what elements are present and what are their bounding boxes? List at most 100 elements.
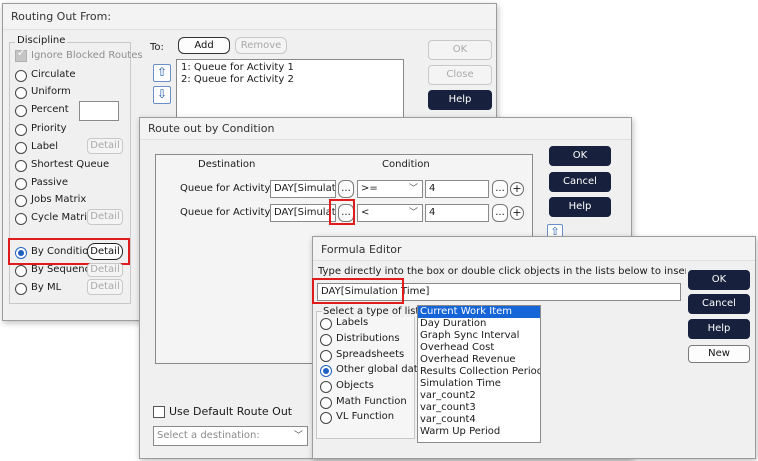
col-destination-header: Destination <box>198 159 256 170</box>
list-item[interactable]: Graph Sync Interval <box>418 330 540 342</box>
row1-expression-input[interactable]: DAY[Simulatio <box>270 180 336 198</box>
row2-operator-select[interactable]: < ﹀ <box>357 204 423 222</box>
label-detail-button[interactable]: Detail <box>87 138 123 154</box>
radio-jobs-matrix-icon <box>15 195 27 207</box>
remove-button[interactable]: Remove <box>235 37 287 54</box>
by-sequence-detail-button[interactable]: Detail <box>87 263 123 277</box>
radio-passive-icon <box>15 178 27 190</box>
radio-label-icon <box>15 142 27 154</box>
formula-editor-title: Formula Editor <box>321 243 402 256</box>
row2-value-input[interactable]: 4 <box>425 204 489 222</box>
row1-operator-value: >= <box>361 183 378 194</box>
list-type-math-function-icon <box>320 397 332 409</box>
use-default-label: Use Default Route Out <box>169 405 293 418</box>
row1-plus-icon[interactable]: + <box>510 182 524 196</box>
list-type-distributions-icon <box>320 334 332 346</box>
list-item[interactable]: Overhead Cost <box>418 342 540 354</box>
chevron-down-icon: ﹀ <box>293 431 303 441</box>
list-type-label: Select a type of list <box>322 306 421 317</box>
move-up-icon[interactable]: ⇧ <box>153 64 171 82</box>
row2-destination: Queue for Activity 2 <box>180 207 280 218</box>
row1-destination: Queue for Activity 1 <box>180 183 280 194</box>
list-type-vl-function-icon <box>320 412 332 424</box>
percent-input[interactable] <box>79 101 119 121</box>
list-item[interactable]: Current Work Item <box>418 306 540 318</box>
move-down-icon[interactable]: ⇩ <box>153 86 171 104</box>
list-item[interactable]: Results Collection Period <box>418 366 540 378</box>
cycle-matrix-detail-button[interactable]: Detail <box>87 209 123 225</box>
condition-help-button[interactable]: Help <box>549 197 611 217</box>
global-data-list[interactable]: Current Work Item Day Duration Graph Syn… <box>417 305 541 443</box>
col-condition-header: Condition <box>382 159 430 170</box>
to-list-item[interactable]: 1: Queue for Activity 1 <box>177 62 403 74</box>
radio-label-label: Label <box>31 141 58 152</box>
formula-editor-dialog: Formula Editor Type directly into the bo… <box>312 236 756 459</box>
radio-uniform-label: Uniform <box>31 86 71 97</box>
list-item[interactable]: var_count4 <box>418 414 540 426</box>
list-type-spreadsheets-label: Spreadsheets <box>336 349 405 360</box>
formula-editor-titlebar: Formula Editor <box>313 237 755 261</box>
row1-ellipsis-button[interactable]: ... <box>338 180 354 198</box>
list-type-other-global-icon <box>320 365 332 377</box>
row2-operator-value: < <box>361 207 370 218</box>
list-type-math-function-label: Math Function <box>336 396 407 407</box>
routing-help-button[interactable]: Help <box>428 90 492 110</box>
radio-jobs-matrix-label: Jobs Matrix <box>31 194 87 205</box>
list-type-distributions-label: Distributions <box>336 333 400 344</box>
row2-plus-icon[interactable]: + <box>510 206 524 220</box>
by-condition-highlight <box>8 238 130 265</box>
list-type-objects-icon <box>320 381 332 393</box>
list-type-objects-label: Objects <box>336 380 374 391</box>
routing-out-title: Routing Out From: <box>11 10 112 23</box>
routing-out-titlebar: Routing Out From: <box>3 4 496 30</box>
formula-instruction: Type directly into the box or double cli… <box>318 266 686 277</box>
radio-shortest-queue-label: Shortest Queue <box>31 159 110 170</box>
row1-value-ellipsis-button[interactable]: ... <box>492 180 508 198</box>
list-type-labels-icon <box>320 318 332 330</box>
list-item[interactable]: Warm Up Period <box>418 426 540 438</box>
radio-cycle-matrix-icon <box>15 213 27 225</box>
condition-ok-button[interactable]: OK <box>549 146 611 166</box>
condition-cancel-button[interactable]: Cancel <box>549 172 611 192</box>
radio-circulate-label: Circulate <box>31 69 76 80</box>
formula-new-button[interactable]: New <box>688 345 750 363</box>
row1-operator-select[interactable]: >= ﹀ <box>357 180 423 198</box>
add-button[interactable]: Add <box>178 37 230 54</box>
radio-percent-icon <box>15 105 27 117</box>
list-type-vl-function-label: VL Function <box>336 411 395 422</box>
default-destination-select[interactable]: Select a destination: ﹀ <box>153 426 308 446</box>
ellipsis-highlight <box>329 199 355 225</box>
use-default-checkbox[interactable] <box>153 406 165 418</box>
default-destination-placeholder: Select a destination: <box>157 430 260 441</box>
radio-priority-icon <box>15 124 27 136</box>
to-list[interactable]: 1: Queue for Activity 1 2: Queue for Act… <box>176 59 404 123</box>
chevron-down-icon: ﹀ <box>408 184 418 194</box>
list-type-labels-label: Labels <box>336 317 369 328</box>
radio-shortest-queue-icon <box>15 160 27 172</box>
list-item[interactable]: Simulation Time <box>418 378 540 390</box>
to-label: To: <box>150 42 164 53</box>
list-item[interactable]: var_count2 <box>418 390 540 402</box>
radio-circulate-icon <box>15 70 27 82</box>
routing-ok-button[interactable]: OK <box>428 40 492 60</box>
route-condition-title: Route out by Condition <box>148 122 275 135</box>
ignore-blocked-checkbox[interactable] <box>15 48 27 62</box>
formula-ok-button[interactable]: OK <box>688 270 750 290</box>
row2-value-ellipsis-button[interactable]: ... <box>492 204 508 222</box>
list-item[interactable]: Day Duration <box>418 318 540 330</box>
formula-cancel-button[interactable]: Cancel <box>688 294 750 314</box>
route-condition-titlebar: Route out by Condition <box>140 118 631 140</box>
row2-expression-input[interactable]: DAY[Simulatic <box>270 204 336 222</box>
to-list-item[interactable]: 2: Queue for Activity 2 <box>177 74 403 86</box>
by-ml-detail-button[interactable]: Detail <box>87 279 123 295</box>
formula-highlight <box>312 278 404 304</box>
list-item[interactable]: var_count3 <box>418 402 540 414</box>
list-item[interactable]: Overhead Revenue <box>418 354 540 366</box>
radio-passive-label: Passive <box>31 177 68 188</box>
routing-close-button[interactable]: Close <box>428 65 492 85</box>
formula-help-button[interactable]: Help <box>688 319 750 339</box>
row1-value-input[interactable]: 4 <box>425 180 489 198</box>
radio-percent-label: Percent <box>31 104 69 115</box>
discipline-label: Discipline <box>15 35 68 46</box>
radio-uniform-icon <box>15 87 27 99</box>
